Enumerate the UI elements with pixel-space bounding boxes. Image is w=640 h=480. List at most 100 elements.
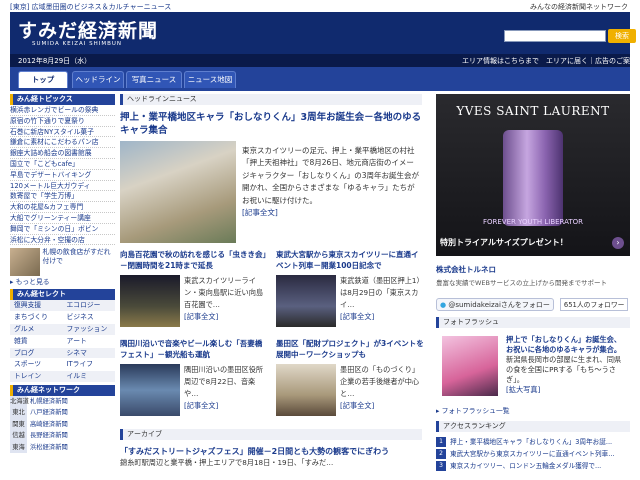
search-button[interactable]: 検索 [608, 29, 636, 43]
ad-arrow-icon: › [612, 237, 624, 249]
tab-headline[interactable]: ヘッドライン [72, 71, 124, 88]
network-site: 高崎経済新聞 [30, 420, 68, 428]
tab-bar: トップ ヘッドライン 写真ニュース ニュース地図 [10, 67, 630, 88]
select-grid: 復興支援 エコロジー まちづくり ビジネス グルメ ファッション 雑貨 アート … [10, 300, 115, 383]
topic-item[interactable]: 国立で「こどもcafe」 [10, 159, 115, 170]
photo-flash-text: 押上で「おしなりくん」お誕生会、お祝いに各地のゆるキャラが集合。新潟県長岡市の部… [506, 335, 628, 395]
archive-article-title[interactable]: 「すみだストリートジャズフェス」開催－2日間とも大勢の観客でにぎわう [120, 446, 422, 457]
topic-item[interactable]: 浜松に大分弁・空撮の店 [10, 235, 115, 246]
article-photo[interactable] [276, 275, 336, 327]
more-topics-link[interactable]: ▸ もっと見る [10, 276, 115, 289]
topic-item[interactable]: 石巻に新店NYスタイル菓子 [10, 127, 115, 138]
topic-item[interactable]: 舞岡で「ミシンの日」ボビン [10, 224, 115, 235]
select-item[interactable]: スポーツ [10, 359, 63, 372]
perfume-bottle-image [503, 130, 563, 226]
network-link[interactable]: みんなの経済新聞ネットワーク [530, 2, 628, 12]
photo-flash: 押上で「おしなりくん」お誕生会、お祝いに各地のゆるキャラが集合。新潟県長岡市の部… [436, 332, 630, 404]
article-photo[interactable] [120, 275, 180, 327]
article-readmore-link[interactable]: [記事全文] [340, 401, 374, 410]
nav-underline [10, 88, 630, 91]
select-item[interactable]: アート [62, 335, 115, 348]
topic-item[interactable]: 120メートル巨大ガウディ [10, 181, 115, 192]
topic-thumb-text: 札幌の飲食店がすだれ付けで [42, 248, 111, 266]
ad-product-name: FOREVER YOUTH LIBERATOR [482, 218, 584, 226]
select-item[interactable]: まちづくり [10, 312, 63, 324]
network-row[interactable]: 東北 八戸経済新聞 [10, 407, 115, 419]
ranking-item[interactable]: 2 東武大宮駅から東京スカイツリーに直通イベント列車... [436, 448, 630, 460]
article-title[interactable]: 東武大宮駅から東京スカイツリーに直通イベント列車－開業100日記念で [276, 249, 424, 271]
topic-item[interactable]: 横浜赤レンガでビールの祭典 [10, 105, 115, 116]
network-region: 信越 [10, 430, 27, 442]
network-region: 関東 [10, 418, 27, 431]
tab-photo-news[interactable]: 写真ニュース [126, 71, 182, 88]
topic-thumb[interactable]: 札幌の飲食店がすだれ付けで [10, 248, 115, 277]
tab-news-map[interactable]: ニュース地図 [184, 71, 236, 88]
network-row[interactable]: 北海道 札幌経済新聞 [10, 395, 115, 408]
article-card: 隅田川沿いで音楽やビール楽しむ「吾妻橋フェスト」－観光船も運航 隅田川沿いの墨田… [120, 338, 268, 416]
network-row[interactable]: 関東 高崎経済新聞 [10, 418, 115, 431]
article-photo[interactable] [276, 364, 336, 416]
network-heading: みん経ネットワーク [10, 384, 115, 396]
follow-label: @sumidakeizaiさんをフォロー [448, 300, 550, 309]
rank-number: 2 [436, 449, 446, 459]
ranking-item[interactable]: 1 押上・業平橋地区キャラ「おしなりくん」3周年お誕... [436, 436, 630, 448]
archive-article-text: 錦糸町駅周辺と業平橋・押上エリアで8月18日・19日、「すみだ… [120, 458, 334, 467]
select-item[interactable]: エコロジー [62, 300, 115, 313]
lead-article-photo[interactable] [120, 141, 236, 243]
photo-flash-list-link[interactable]: ▸ フォトフラッシュ一覧 [436, 405, 630, 415]
search-input[interactable] [504, 30, 606, 42]
select-item[interactable]: ITライフ [62, 359, 115, 372]
select-item[interactable]: 復興支援 [10, 300, 63, 313]
main-column: ヘッドラインニュース 押上・業平橋地区キャラ「おしなりくん」3周年お誕生会－各地… [120, 94, 424, 468]
ad-banner[interactable]: YVES SAINT LAURENT FOREVER YOUTH LIBERAT… [436, 94, 630, 256]
lead-article-title[interactable]: 押上・業平橋地区キャラ「おしなりくん」3周年お誕生会－各地のゆるキャラ集合 [120, 111, 422, 137]
article-photo[interactable] [120, 364, 180, 416]
select-item[interactable]: ビジネス [62, 312, 115, 324]
topics-heading: みん経トピックス [10, 94, 115, 105]
network-row[interactable]: 信越 長野経済新聞 [10, 430, 115, 442]
select-item[interactable]: グルメ [10, 323, 63, 336]
select-item[interactable]: トレイン [10, 371, 63, 383]
article-readmore-link[interactable]: [記事全文] [184, 401, 218, 410]
network-site: 浜松経済新聞 [30, 443, 68, 451]
twitter-follow-button[interactable]: ● @sumidakeizaiさんをフォロー [436, 297, 554, 311]
topic-item[interactable]: 大和の花屋&カフェ専門 [10, 202, 115, 213]
select-item[interactable]: イルミ [62, 371, 115, 383]
article-row-2: 隅田川沿いで音楽やビール楽しむ「吾妻橋フェスト」－観光船も運航 隅田川沿いの墨田… [120, 338, 424, 425]
topic-item[interactable]: 早島でデザートバイキング [10, 170, 115, 181]
current-date: 2012年8月29日（水） [18, 57, 92, 65]
site-logo[interactable]: すみだ経済新聞 [18, 16, 158, 43]
topic-item[interactable]: 銀座大詰め船会の図書館展 [10, 148, 115, 159]
select-item[interactable]: ブログ [10, 347, 63, 360]
topic-item[interactable]: 鎌倉に素材にこだわるパン店 [10, 137, 115, 149]
photo-flash-heading: フォトフラッシュ [436, 317, 630, 328]
headline-section-heading: ヘッドラインニュース [120, 94, 422, 105]
article-readmore-link[interactable]: [記事全文] [184, 312, 218, 321]
topic-item[interactable]: 大船でグリーンティー講座 [10, 213, 115, 224]
lead-readmore-link[interactable]: [記事全文] [242, 208, 278, 217]
tab-top[interactable]: トップ [18, 71, 68, 88]
ad-brand: YVES SAINT LAURENT [456, 104, 610, 118]
twitter-follow: ● @sumidakeizaiさんをフォロー 651人のフォロワー [436, 297, 630, 311]
more-label: もっと見る [15, 278, 50, 287]
article-title[interactable]: 隅田川沿いで音楽やビール楽しむ「吾妻橋フェスト」－観光船も運航 [120, 338, 268, 360]
network-row[interactable]: 東海 浜松経済新聞 [10, 441, 115, 454]
ranking-list: 1 押上・業平橋地区キャラ「おしなりくん」3周年お誕... 2 東武大宮駅から東京ス… [436, 436, 630, 472]
photo-enlarge-link[interactable]: [拡大写真] [506, 385, 540, 394]
article-readmore-link[interactable]: [記事全文] [340, 312, 374, 321]
topic-item[interactable]: 数寄屋で「学生万博」 [10, 191, 115, 203]
article-summary: 東武鉄道（墨田区押上1）は8月29日の「東京スカイ… [記事全文] [340, 275, 424, 323]
article-title[interactable]: 墨田区「配財プロジェクト」が3イベントを展開中－ワークショップも [276, 338, 424, 360]
select-item[interactable]: 雑貨 [10, 335, 63, 348]
sponsor-name[interactable]: 株式会社トルネロ [436, 264, 630, 275]
ranking-item[interactable]: 3 東京スカイツリー、ロンドン五輪金メダル獲得で... [436, 460, 630, 472]
select-item[interactable]: ファッション [62, 323, 115, 336]
topic-item[interactable]: 原宿の竹下通りで夏祭り [10, 116, 115, 127]
photo-flash-image[interactable] [442, 336, 498, 396]
network-site: 長野経済新聞 [30, 432, 68, 440]
select-item[interactable]: シネマ [62, 347, 115, 360]
network-site: 札幌経済新聞 [30, 397, 68, 405]
article-title[interactable]: 向島百花園で秋の訪れを感じる「虫きき会」－閉園時間を21時まで延長 [120, 249, 268, 271]
article-card: 東武大宮駅から東京スカイツリーに直通イベント列車－開業100日記念で 東武鉄道（… [276, 249, 424, 327]
area-info-link[interactable]: エリア情報はこちらまで [462, 56, 539, 66]
